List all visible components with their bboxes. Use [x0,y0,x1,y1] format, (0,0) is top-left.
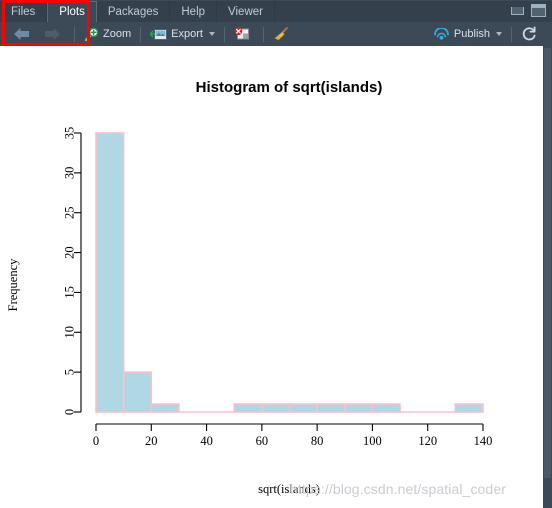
publish-icon [434,27,449,40]
toolbar-separator [74,26,75,42]
y-axis-tick-label: 0 [63,409,77,415]
histogram-bar [454,403,484,413]
tab-packages[interactable]: Packages [96,1,171,22]
back-button[interactable] [8,23,39,45]
x-axis-tick-label: 60 [256,434,269,448]
y-axis-tick-label: 20 [63,246,77,258]
histogram-bar [122,371,153,413]
arrow-left-icon [14,28,29,40]
toolbar-separator-3 [223,26,225,42]
remove-plot-icon [234,27,249,40]
magnifier-plus-icon [84,27,99,41]
remove-plot-button[interactable] [229,23,259,45]
minimize-icon[interactable] [511,6,524,15]
x-axis-tick-label: 80 [311,434,324,448]
tab-packages-label: Packages [107,5,159,18]
chart-title: Histogram of sqrt(islands) [196,79,383,96]
tab-help[interactable]: Help [170,1,218,22]
plot-canvas-container: Histogram of sqrt(islands) 0 20 40 60 80 100 1… [0,46,543,508]
histogram-bar [150,403,180,413]
y-axis-title: Frequency [6,258,20,312]
toolbar-separator-5 [511,26,512,42]
zoom-button[interactable]: Zoom [79,23,136,45]
x-axis-tick-label: 140 [474,434,493,448]
toolbar-separator-4 [262,26,264,42]
x-axis-tick-label: 0 [93,434,99,448]
publish-chevron-down-icon[interactable] [496,32,502,36]
publish-button-label: Publish [453,28,490,40]
plots-toolbar: Zoom Export Publish [0,22,552,46]
window-controls [511,4,546,17]
zoom-button-label: Zoom [103,28,132,40]
histogram-bar [233,403,263,413]
export-image-icon [150,29,168,40]
tab-plots[interactable]: Plots [47,1,97,22]
x-axis-tick-label: 20 [145,434,158,448]
histogram-bar [95,132,125,413]
tab-files-label: Files [11,5,36,18]
broom-icon [274,26,288,40]
pane-tabstrip: Files Plots Packages Help Viewer [0,0,552,22]
watermark-text: https://blog.csdn.net/spatial_coder [290,481,506,497]
refresh-icon [522,26,536,41]
y-axis-tick-label: 5 [63,369,77,375]
export-button-label: Export [171,28,203,40]
tab-plots-label: Plots [59,6,85,18]
y-axis-tick-label: 35 [63,127,77,140]
refresh-button[interactable] [516,23,546,45]
histogram-bar [343,403,374,413]
x-axis-tick-label: 40 [200,434,213,448]
tab-viewer[interactable]: Viewer [217,1,275,22]
chevron-down-icon[interactable] [208,32,215,36]
pane-scrollbar-thumb[interactable] [544,48,551,478]
y-axis-tick-label: 30 [63,167,77,180]
y-axis-tick-label: 25 [63,206,77,219]
tab-files[interactable]: Files [0,1,48,22]
clear-all-plots-button[interactable] [268,23,298,45]
x-axis-tick-label: 120 [418,434,437,448]
histogram-bar [288,403,318,413]
tab-help-label: Help [181,5,206,18]
histogram-bar [316,403,346,413]
x-axis-tick-label: 100 [363,434,382,448]
pane-right-edge [543,22,552,508]
plots-pane-window: Files Plots Packages Help Viewer Zoom Ex… [0,0,552,508]
histogram-plot: Histogram of sqrt(islands) 0 20 40 60 80 100 1… [0,46,543,508]
tab-viewer-label: Viewer [228,5,263,18]
forward-button[interactable] [39,23,70,45]
publish-button[interactable]: Publish [428,23,507,45]
export-button[interactable]: Export [145,23,220,45]
maximize-icon[interactable] [531,4,546,17]
toolbar-right-group: Publish [428,23,552,45]
y-axis-tick-label: 10 [63,326,77,339]
y-axis-tick-label: 15 [63,286,77,299]
histogram-bar [261,403,291,413]
toolbar-left-group: Zoom Export [0,23,298,45]
arrow-right-icon [45,28,60,40]
toolbar-separator-2 [140,26,142,42]
histogram-bar [371,403,401,413]
